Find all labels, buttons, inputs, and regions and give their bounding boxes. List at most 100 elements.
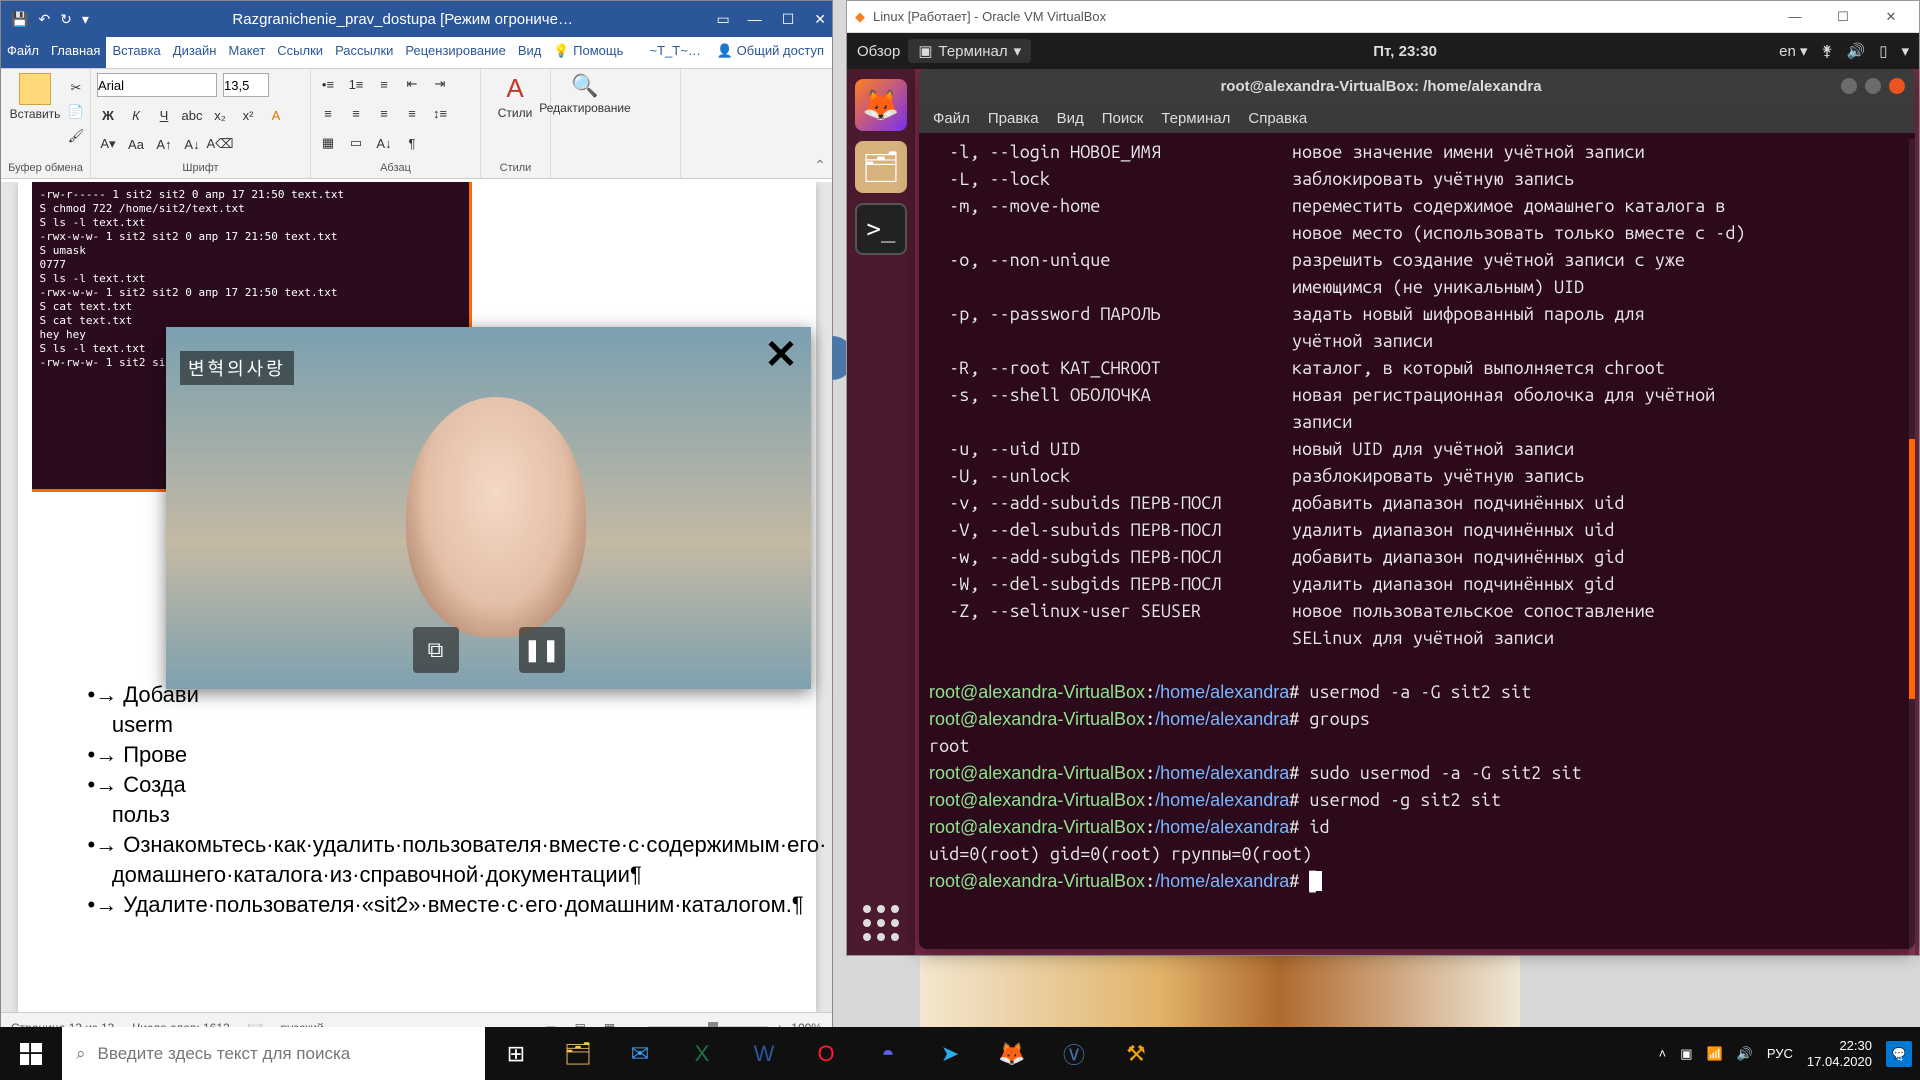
- menu-terminal[interactable]: Терминал: [1161, 110, 1230, 127]
- tray-app-icon[interactable]: ▣: [1680, 1046, 1692, 1062]
- app-menu[interactable]: ▣ Терминал ▾: [908, 39, 1031, 63]
- menu-view[interactable]: Вид: [1057, 110, 1084, 127]
- collapse-ribbon-icon[interactable]: ⌃: [814, 157, 826, 174]
- terminal-titlebar[interactable]: root@alexandra-VirtualBox: /home/alexand…: [919, 69, 1915, 103]
- tab-review[interactable]: Рецензирование: [399, 37, 511, 68]
- align-center-button[interactable]: ≡: [345, 103, 367, 125]
- maximize-icon[interactable]: [1865, 78, 1881, 94]
- tab-view[interactable]: Вид: [512, 37, 548, 68]
- telegram-icon[interactable]: ➤: [919, 1027, 981, 1080]
- numbering-button[interactable]: 1≡: [345, 73, 367, 95]
- video-close-button[interactable]: ✕: [759, 333, 803, 377]
- superscript-button[interactable]: x²: [237, 104, 259, 126]
- tab-mailings[interactable]: Рассылки: [329, 37, 399, 68]
- vk-icon[interactable]: Ⓥ: [1043, 1027, 1105, 1080]
- grow-font-button[interactable]: A↑: [153, 133, 175, 155]
- excel-icon[interactable]: X: [671, 1027, 733, 1080]
- input-language[interactable]: en ▾: [1779, 42, 1807, 60]
- pause-button[interactable]: ❚❚: [519, 627, 565, 673]
- shrink-font-button[interactable]: A↓: [181, 133, 203, 155]
- dock-terminal-icon[interactable]: >_: [855, 203, 907, 255]
- bold-button[interactable]: Ж: [97, 104, 119, 126]
- tab-file[interactable]: Файл: [1, 37, 45, 68]
- tab-home[interactable]: Главная: [45, 37, 106, 68]
- menu-file[interactable]: Файл: [933, 110, 970, 127]
- minimize-icon[interactable]: —: [748, 11, 762, 28]
- firefox-icon[interactable]: 🦊: [981, 1027, 1043, 1080]
- tab-layout[interactable]: Макет: [222, 37, 271, 68]
- cut-icon[interactable]: ✂: [65, 77, 87, 99]
- close-icon[interactable]: [1889, 78, 1905, 94]
- menu-help[interactable]: Справка: [1248, 110, 1307, 127]
- justify-button[interactable]: ≡: [401, 103, 423, 125]
- word-titlebar[interactable]: 💾 ↶ ↻ ▾ Razgranichenie_prav_dostupa [Реж…: [1, 1, 832, 37]
- minimize-icon[interactable]: —: [1775, 9, 1815, 24]
- tray-clock[interactable]: 22:30 17.04.2020: [1807, 1038, 1872, 1070]
- align-left-button[interactable]: ≡: [317, 103, 339, 125]
- clear-formatting-button[interactable]: A⌫: [209, 133, 231, 155]
- dock-firefox-icon[interactable]: 🦊: [855, 79, 907, 131]
- sort-button[interactable]: A↓: [373, 132, 395, 154]
- opera-icon[interactable]: O: [795, 1027, 857, 1080]
- wifi-icon[interactable]: 📶: [1707, 1046, 1723, 1062]
- styles-button[interactable]: A Стили: [487, 73, 543, 120]
- tell-me[interactable]: 💡 Помощь: [547, 37, 629, 68]
- increase-indent-button[interactable]: ⇥: [429, 73, 451, 95]
- shading-button[interactable]: ▦: [317, 132, 339, 154]
- activities-button[interactable]: Обзор: [857, 43, 900, 60]
- qat-dropdown-icon[interactable]: ▾: [82, 11, 89, 28]
- clock-label[interactable]: Пт, 23:30: [1031, 43, 1779, 60]
- underline-button[interactable]: Ч: [153, 104, 175, 126]
- task-view-icon[interactable]: ⊞: [485, 1027, 547, 1080]
- dock-files-icon[interactable]: 🗂: [855, 141, 907, 193]
- picture-in-picture-button[interactable]: ⧉: [413, 627, 459, 673]
- close-icon[interactable]: ✕: [814, 11, 826, 28]
- font-name-select[interactable]: [97, 73, 217, 97]
- terminal-scrollbar[interactable]: [1909, 139, 1915, 959]
- close-icon[interactable]: ✕: [1871, 9, 1911, 25]
- tab-insert[interactable]: Вставка: [106, 37, 166, 68]
- line-spacing-button[interactable]: ↕≡: [429, 103, 451, 125]
- ribbon-display-icon[interactable]: ▭: [716, 11, 729, 28]
- paragraph-marks-button[interactable]: ¶: [401, 132, 423, 154]
- copy-icon[interactable]: 📄: [65, 101, 87, 123]
- maximize-icon[interactable]: ☐: [782, 11, 795, 28]
- volume-icon[interactable]: 🔊: [1847, 42, 1866, 60]
- minimize-icon[interactable]: [1841, 78, 1857, 94]
- volume-icon[interactable]: 🔊: [1737, 1046, 1753, 1062]
- battery-icon[interactable]: ▯: [1879, 42, 1887, 60]
- maximize-icon[interactable]: ☐: [1823, 9, 1863, 25]
- font-size-select[interactable]: [223, 73, 269, 97]
- menu-search[interactable]: Поиск: [1102, 110, 1144, 127]
- decrease-indent-button[interactable]: ⇤: [401, 73, 423, 95]
- tab-references[interactable]: Ссылки: [271, 37, 329, 68]
- word-icon[interactable]: W: [733, 1027, 795, 1080]
- taskbar-search[interactable]: ⌕ Введите здесь текст для поиска: [62, 1027, 485, 1080]
- paste-button[interactable]: Вставить: [7, 73, 63, 121]
- multilevel-button[interactable]: ≡: [373, 73, 395, 95]
- start-button[interactable]: [0, 1027, 62, 1080]
- tray-chevron-up-icon[interactable]: ˄: [1659, 1046, 1667, 1061]
- redo-icon[interactable]: ↻: [60, 11, 72, 28]
- virtualbox-titlebar[interactable]: ◆ Linux [Работает] - Oracle VM VirtualBo…: [847, 1, 1919, 33]
- format-painter-icon[interactable]: 🖌: [65, 125, 87, 147]
- text-effects-button[interactable]: A▾: [97, 133, 119, 155]
- discord-icon[interactable]: ◓: [857, 1027, 919, 1080]
- subscript-button[interactable]: x₂: [209, 104, 231, 126]
- font-color-button[interactable]: Aa: [125, 133, 147, 155]
- account-name[interactable]: ~T_T~…: [642, 37, 709, 68]
- mail-icon[interactable]: ✉: [609, 1027, 671, 1080]
- menu-edit[interactable]: Правка: [988, 110, 1039, 127]
- italic-button[interactable]: К: [125, 104, 147, 126]
- undo-icon[interactable]: ↶: [38, 11, 50, 28]
- highlight-button[interactable]: A: [265, 104, 287, 126]
- action-center-icon[interactable]: 💬4: [1886, 1041, 1912, 1067]
- align-right-button[interactable]: ≡: [373, 103, 395, 125]
- network-icon[interactable]: ⚵: [1822, 42, 1833, 60]
- editing-button[interactable]: 🔍 Редактирование: [557, 73, 613, 115]
- tray-language[interactable]: РУС: [1767, 1046, 1793, 1061]
- tab-design[interactable]: Дизайн: [167, 37, 223, 68]
- devtool-icon[interactable]: ⚒: [1105, 1027, 1167, 1080]
- dock-show-apps-icon[interactable]: [863, 905, 899, 941]
- share-button[interactable]: 👤 Общий доступ: [709, 37, 832, 68]
